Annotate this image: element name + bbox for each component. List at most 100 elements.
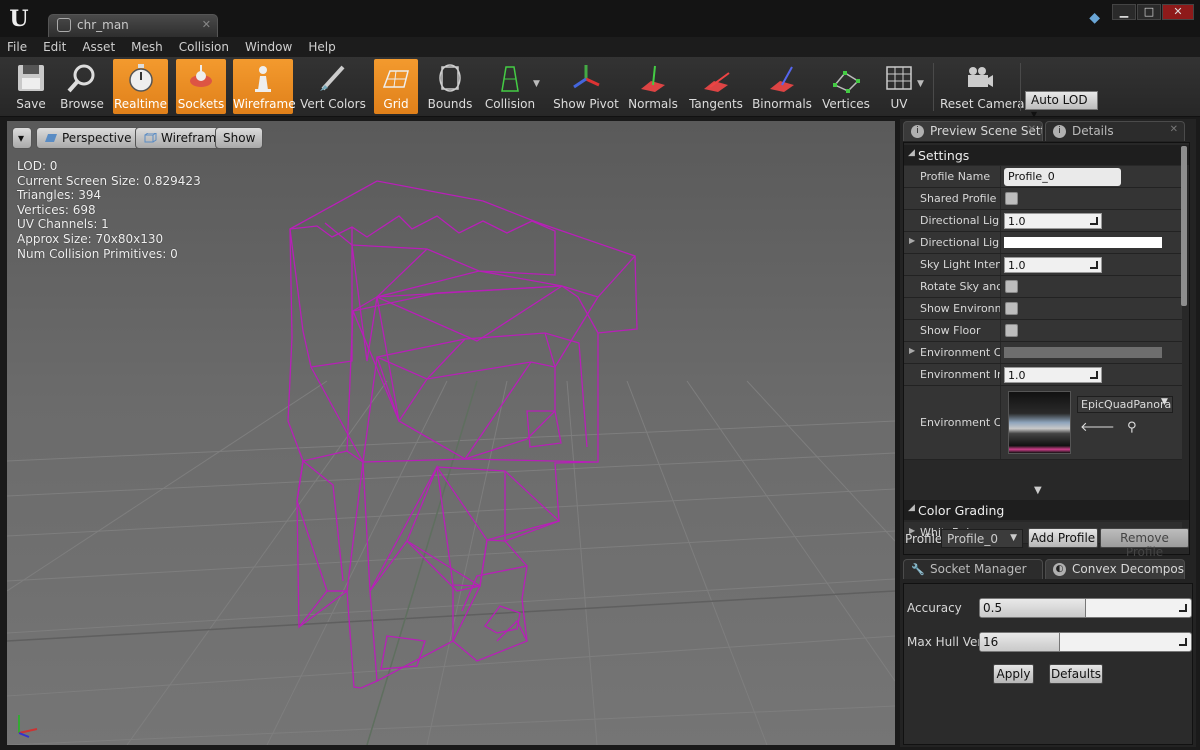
environment-intensity-input[interactable]: 1.0 (1004, 367, 1102, 383)
save-button[interactable]: Save (8, 59, 54, 114)
realtime-label: Realtime (114, 97, 167, 111)
sockets-toggle[interactable]: Sockets (176, 59, 226, 114)
show-environment-checkbox[interactable] (1005, 302, 1018, 315)
help-flag-icon[interactable]: ◆ (1089, 10, 1100, 26)
tab-preview-label: Preview Scene Setti (930, 124, 1043, 138)
column-divider (1000, 188, 1001, 209)
toolbar: Save Browse Realtime Sockets Wireframe V… (0, 57, 1200, 157)
sky-light-intensity-input[interactable]: 1.0 (1004, 257, 1102, 273)
collision-dropdown-icon[interactable]: ▼ (533, 79, 540, 89)
profile-dropdown[interactable]: Profile_0 ▼ (941, 529, 1023, 548)
details-scrollbar[interactable] (1181, 146, 1187, 306)
menu-asset[interactable]: Asset (75, 37, 122, 57)
drag-grip-icon[interactable] (1179, 604, 1187, 612)
drag-grip-icon[interactable] (1090, 217, 1098, 225)
remove-profile-button[interactable]: Remove Profile (1100, 528, 1189, 559)
tab-details[interactable]: i Details ✕ (1045, 121, 1185, 141)
restore-button[interactable]: □ (1137, 4, 1161, 20)
show-pivot-label: Show Pivot (553, 97, 619, 111)
asset-picker-dropdown-icon[interactable]: ▼ (1161, 397, 1168, 407)
tab-socket-manager[interactable]: 🔧 Socket Manager (903, 559, 1043, 579)
drag-grip-icon[interactable] (1090, 261, 1098, 269)
environment-cube-thumbnail[interactable] (1008, 391, 1071, 454)
viewport-options-button[interactable]: ▾ (12, 127, 32, 149)
uv-dropdown-icon[interactable]: ▼ (917, 79, 924, 89)
wrench-icon: 🔧 (911, 563, 925, 576)
environment-color-swatch[interactable] (1004, 347, 1162, 358)
perspective-button[interactable]: Perspective (36, 127, 140, 149)
use-selected-asset-icon[interactable]: 🡐 (1080, 420, 1115, 435)
profile-name-label: Profile Name (920, 170, 991, 183)
menu-collision[interactable]: Collision (172, 37, 236, 57)
close-window-button[interactable]: ✕ (1162, 4, 1194, 20)
auto-lod-dropdown[interactable]: Auto LOD ▾ (1025, 91, 1098, 121)
close-icon[interactable]: ✕ (202, 18, 211, 31)
realtime-toggle[interactable]: Realtime (113, 59, 168, 114)
drag-grip-icon[interactable] (1090, 371, 1098, 379)
tangents-button[interactable]: Tangents (687, 59, 745, 114)
profile-name-input[interactable]: Profile_0 (1004, 168, 1121, 186)
tangents-label: Tangents (689, 97, 743, 111)
stat-screen-size: Current Screen Size: 0.829423 (17, 173, 201, 188)
close-icon[interactable]: ✕ (1170, 124, 1178, 135)
environment-intensity-label: Environment Inte (920, 368, 1000, 381)
grid-icon (382, 70, 409, 88)
defaults-button[interactable]: Defaults (1049, 664, 1103, 684)
column-divider (1000, 320, 1001, 341)
collision-button[interactable]: Collision (480, 59, 540, 114)
vert-colors-button[interactable]: Vert Colors (300, 59, 366, 114)
accuracy-slider[interactable]: 0.5 (979, 598, 1192, 618)
tab-convex-decomposition[interactable]: ◐ Convex Decompos (1045, 559, 1185, 579)
prop-directional-light-intensity: Directional Light 1.0 (904, 210, 1182, 232)
sockets-label: Sockets (177, 97, 225, 111)
add-profile-button[interactable]: Add Profile (1028, 528, 1098, 548)
close-icon[interactable]: ✕ (1028, 124, 1036, 135)
environment-cube-asset-picker[interactable]: EpicQuadPanorar (1077, 396, 1173, 413)
pivot-icon (573, 65, 600, 89)
bounds-button[interactable]: Bounds (425, 59, 475, 114)
menu-window[interactable]: Window (238, 37, 299, 57)
color-grading-section-header[interactable]: ◢ Color Grading (904, 500, 1189, 520)
show-pivot-button[interactable]: Show Pivot (553, 59, 619, 114)
apply-button[interactable]: Apply (993, 664, 1034, 684)
viewport[interactable]: ▾ Perspective Wireframe Show LOD: 0 Curr… (7, 121, 895, 745)
prop-show-floor: Show Floor (904, 320, 1182, 342)
uv-button[interactable]: UV (876, 59, 922, 114)
more-properties-arrow-icon[interactable]: ▼ (1034, 485, 1042, 496)
wireframe-toggle[interactable]: Wireframe (233, 59, 296, 114)
tab-preview-scene-settings[interactable]: i Preview Scene Setti ✕ (903, 121, 1043, 141)
unreal-logo-icon[interactable]: U (4, 4, 34, 34)
browse-button[interactable]: Browse (58, 59, 106, 114)
max-hull-verts-slider[interactable]: 16 (979, 632, 1192, 652)
browse-asset-icon[interactable]: ⚲ (1127, 420, 1137, 435)
drag-grip-icon[interactable] (1179, 638, 1187, 646)
normals-button[interactable]: Normals (627, 59, 679, 114)
directional-light-intensity-input[interactable]: 1.0 (1004, 213, 1102, 229)
rotate-sky-label: Rotate Sky and D (920, 280, 1000, 293)
show-menu-button[interactable]: Show (215, 127, 264, 149)
environment-cube-label: Environment Cub (920, 416, 1000, 429)
vertices-button[interactable]: Vertices (820, 59, 872, 114)
directional-light-intensity-value: 1.0 (1008, 215, 1026, 228)
expand-arrow-icon[interactable]: ▶ (909, 346, 915, 355)
menu-help[interactable]: Help (301, 37, 342, 57)
prop-environment-intensity: Environment Inte 1.0 (904, 364, 1182, 386)
reset-camera-button[interactable]: Reset Camera (940, 59, 1024, 114)
menu-mesh[interactable]: Mesh (124, 37, 170, 57)
binormals-button[interactable]: Binormals (752, 59, 812, 114)
sky-light-intensity-label: Sky Light Intensi (920, 258, 1000, 271)
document-tab-label: chr_man (77, 18, 129, 32)
menu-edit[interactable]: Edit (36, 37, 73, 57)
minimize-button[interactable]: ▁ (1112, 4, 1136, 20)
vertices-icon (833, 71, 860, 93)
directional-light-color-swatch[interactable] (1004, 237, 1162, 248)
show-floor-checkbox[interactable] (1005, 324, 1018, 337)
document-tab[interactable]: chr_man ✕ (48, 14, 218, 37)
shared-profile-checkbox[interactable] (1005, 192, 1018, 205)
rotate-sky-checkbox[interactable] (1005, 280, 1018, 293)
grid-toggle[interactable]: Grid (374, 59, 418, 114)
menu-file[interactable]: File (0, 37, 34, 57)
uv-label: UV (890, 97, 908, 111)
settings-section-header[interactable]: ◢ Settings (904, 145, 1189, 165)
expand-arrow-icon[interactable]: ▶ (909, 236, 915, 245)
